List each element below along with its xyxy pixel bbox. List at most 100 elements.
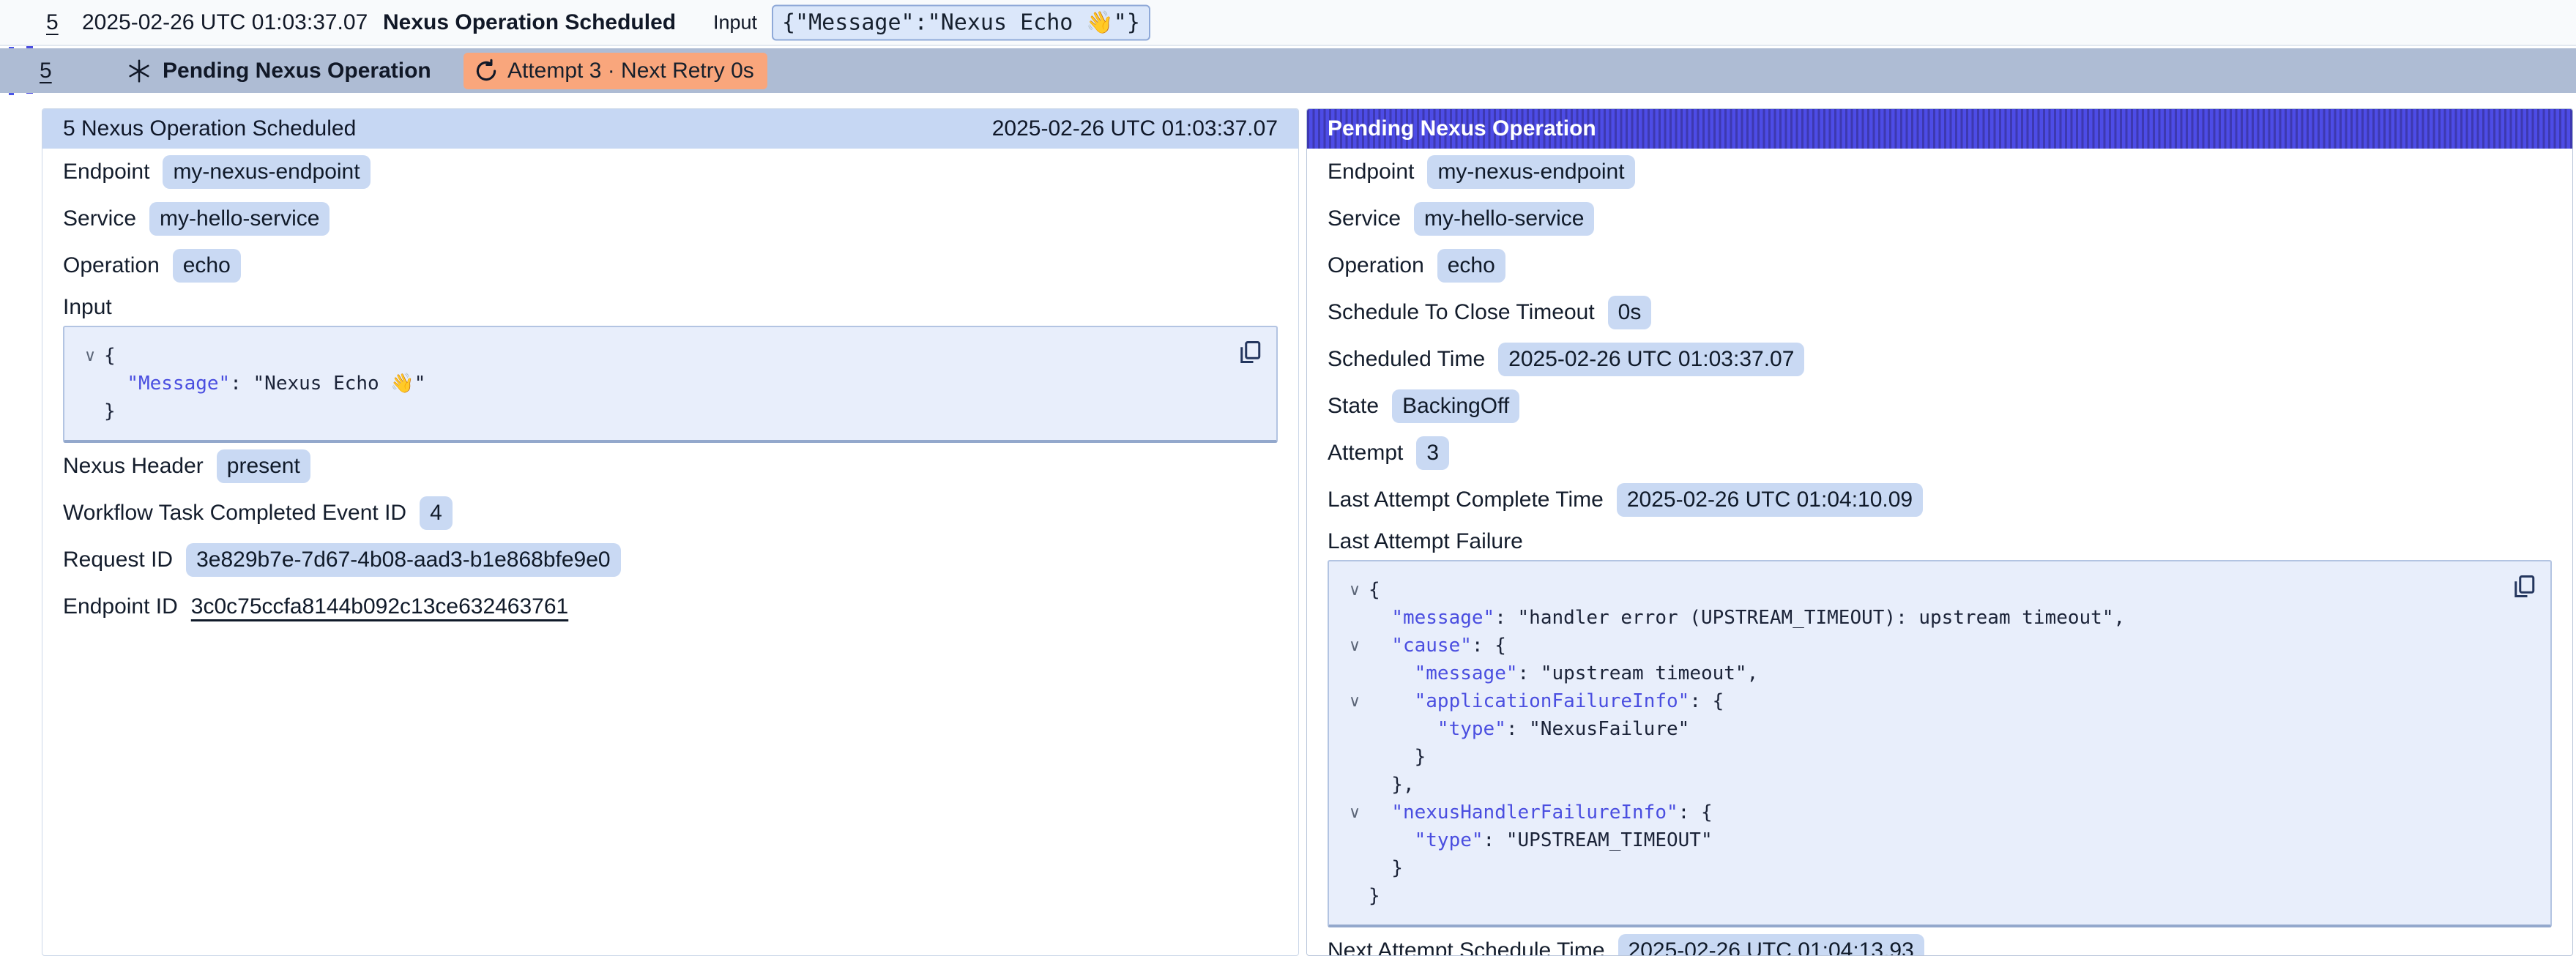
failure-section-label: Last Attempt Failure xyxy=(1307,523,2572,560)
scheduled-event-panel: 5 Nexus Operation Scheduled 2025-02-26 U… xyxy=(42,108,1299,956)
field-label: Scheduled Time xyxy=(1328,347,1485,372)
event-row-scheduled[interactable]: 5 2025-02-26 UTC 01:03:37.07 Nexus Opera… xyxy=(0,0,2576,46)
json-line-text: "cause": { xyxy=(1369,632,1506,660)
collapse-chevron-icon[interactable]: ∨ xyxy=(76,342,104,370)
retry-status-badge: Attempt 3 · Next Retry 0s xyxy=(464,53,767,89)
field-endpoint: Endpoint my-nexus-endpoint xyxy=(42,149,1298,195)
pending-title: Pending Nexus Operation xyxy=(163,59,431,83)
event-timestamp: 2025-02-26 UTC 01:03:37.07 xyxy=(82,10,368,35)
json-line-text: "message": "handler error (UPSTREAM_TIME… xyxy=(1369,604,2125,632)
pending-operation-panel: Pending Nexus Operation Endpoint my-nexu… xyxy=(1306,108,2573,956)
field-label: Service xyxy=(63,206,136,231)
event-id-link[interactable]: 5 xyxy=(46,10,59,35)
field-value-badge: echo xyxy=(1437,249,1505,283)
field-value-badge: 0s xyxy=(1608,296,1652,329)
input-section-label: Input xyxy=(42,289,1298,326)
field-value-badge: my-nexus-endpoint xyxy=(1427,155,1634,189)
field-service: Service my-hello-service xyxy=(1307,195,2572,242)
collapse-chevron-icon[interactable]: ∨ xyxy=(1341,687,1369,715)
copy-icon[interactable] xyxy=(1237,339,1263,365)
field-value-badge: echo xyxy=(173,249,241,283)
field-label: Nexus Header xyxy=(63,454,204,479)
field-label: Operation xyxy=(63,253,160,278)
field-value-badge: 4 xyxy=(420,496,453,530)
json-line-text: "type": "UPSTREAM_TIMEOUT" xyxy=(1369,826,1713,854)
collapse-chevron-icon[interactable]: ∨ xyxy=(1341,576,1369,604)
field-attempt: Attempt 3 xyxy=(1307,430,2572,477)
json-line: } xyxy=(1341,743,2499,771)
field-label: Last Attempt Complete Time xyxy=(1328,488,1604,512)
field-label: Endpoint xyxy=(1328,160,1414,184)
json-line: } xyxy=(1341,882,2499,910)
event-input-preview: {"Message":"Nexus Echo 👋"} xyxy=(772,4,1150,40)
event-title: Nexus Operation Scheduled xyxy=(383,10,676,35)
field-endpoint: Endpoint my-nexus-endpoint xyxy=(1307,149,2572,195)
json-line: "message": "upstream timeout", xyxy=(1341,660,2499,687)
field-label: Request ID xyxy=(63,548,173,572)
field-value-badge: 2025-02-26 UTC 01:04:13.93 xyxy=(1618,934,1924,956)
field-value-badge: present xyxy=(217,449,310,483)
field-nexus-header: Nexus Header present xyxy=(42,443,1298,490)
scheduled-panel-timestamp: 2025-02-26 UTC 01:03:37.07 xyxy=(992,116,1278,141)
json-line-text: "message": "upstream timeout", xyxy=(1369,660,1758,687)
pending-panel-title: Pending Nexus Operation xyxy=(1328,116,1596,141)
scheduled-panel-title: 5 Nexus Operation Scheduled xyxy=(63,116,356,141)
collapse-chevron-icon[interactable]: ∨ xyxy=(1341,799,1369,826)
field-operation: Operation echo xyxy=(42,242,1298,289)
json-line: ∨{ xyxy=(76,342,1225,370)
event-input-label: Input xyxy=(713,11,757,34)
json-line: ∨ "cause": { xyxy=(1341,632,2499,660)
field-label: Schedule To Close Timeout xyxy=(1328,300,1595,325)
field-schedule-to-close-timeout: Schedule To Close Timeout 0s xyxy=(1307,289,2572,336)
field-endpoint-id: Endpoint ID 3c0c75ccfa8144b092c13ce63246… xyxy=(42,583,1298,630)
json-line-text: "Message": "Nexus Echo 👋" xyxy=(104,370,425,397)
field-label: Endpoint ID xyxy=(63,594,178,619)
pending-operation-row[interactable]: 5 Pending Nexus Operation Attempt 3 · Ne… xyxy=(0,48,2576,93)
json-line: }, xyxy=(1341,771,2499,799)
json-line: ∨ "nexusHandlerFailureInfo": { xyxy=(1341,799,2499,826)
json-line-text: { xyxy=(104,342,116,370)
field-last-attempt-complete-time: Last Attempt Complete Time 2025-02-26 UT… xyxy=(1307,477,2572,523)
field-value-badge: my-nexus-endpoint xyxy=(163,155,370,189)
scheduled-panel-header: 5 Nexus Operation Scheduled 2025-02-26 U… xyxy=(42,109,1298,149)
field-label: Service xyxy=(1328,206,1401,231)
json-line: "type": "UPSTREAM_TIMEOUT" xyxy=(1341,826,2499,854)
field-label: Attempt xyxy=(1328,441,1403,466)
field-value-badge: BackingOff xyxy=(1392,389,1519,423)
pending-asterisk-icon xyxy=(126,58,152,84)
field-label: State xyxy=(1328,394,1379,419)
retry-icon xyxy=(474,59,499,83)
json-line: "Message": "Nexus Echo 👋" xyxy=(76,370,1225,397)
json-line-text: "applicationFailureInfo": { xyxy=(1369,687,1724,715)
json-line-text: } xyxy=(1369,854,1403,882)
json-line: ∨ "applicationFailureInfo": { xyxy=(1341,687,2499,715)
copy-icon[interactable] xyxy=(2511,573,2537,600)
json-line: } xyxy=(1341,854,2499,882)
json-line: "type": "NexusFailure" xyxy=(1341,715,2499,743)
field-label: Operation xyxy=(1328,253,1424,278)
json-line: } xyxy=(76,397,1225,425)
field-value-badge: 2025-02-26 UTC 01:04:10.09 xyxy=(1617,483,1923,517)
field-value-badge: my-hello-service xyxy=(1414,202,1594,236)
field-label: Workflow Task Completed Event ID xyxy=(63,501,406,526)
field-workflow-task-completed-event-id: Workflow Task Completed Event ID 4 xyxy=(42,490,1298,537)
field-request-id: Request ID 3e829b7e-7d67-4b08-aad3-b1e86… xyxy=(42,537,1298,583)
pending-id-link[interactable]: 5 xyxy=(40,59,52,83)
field-operation: Operation echo xyxy=(1307,242,2572,289)
failure-json-viewer: ∨{ "message": "handler error (UPSTREAM_T… xyxy=(1328,560,2552,927)
json-line-text: }, xyxy=(1369,771,1415,799)
json-line-text: { xyxy=(1369,576,1380,604)
field-value-badge: my-hello-service xyxy=(149,202,330,236)
field-service: Service my-hello-service xyxy=(42,195,1298,242)
endpoint-id-link[interactable]: 3c0c75ccfa8144b092c13ce632463761 xyxy=(191,594,568,619)
field-value-badge: 3e829b7e-7d67-4b08-aad3-b1e868bfe9e0 xyxy=(186,543,621,577)
retry-badge-text: Attempt 3 · Next Retry 0s xyxy=(507,59,754,83)
field-value-badge: 3 xyxy=(1416,436,1449,470)
json-line-text: "nexusHandlerFailureInfo": { xyxy=(1369,799,1713,826)
input-json-viewer: ∨{ "Message": "Nexus Echo 👋"} xyxy=(63,326,1278,443)
pending-panel-header: Pending Nexus Operation xyxy=(1307,109,2572,149)
collapse-chevron-icon[interactable]: ∨ xyxy=(1341,632,1369,660)
json-line: ∨{ xyxy=(1341,576,2499,604)
json-line: "message": "handler error (UPSTREAM_TIME… xyxy=(1341,604,2499,632)
field-state: State BackingOff xyxy=(1307,383,2572,430)
